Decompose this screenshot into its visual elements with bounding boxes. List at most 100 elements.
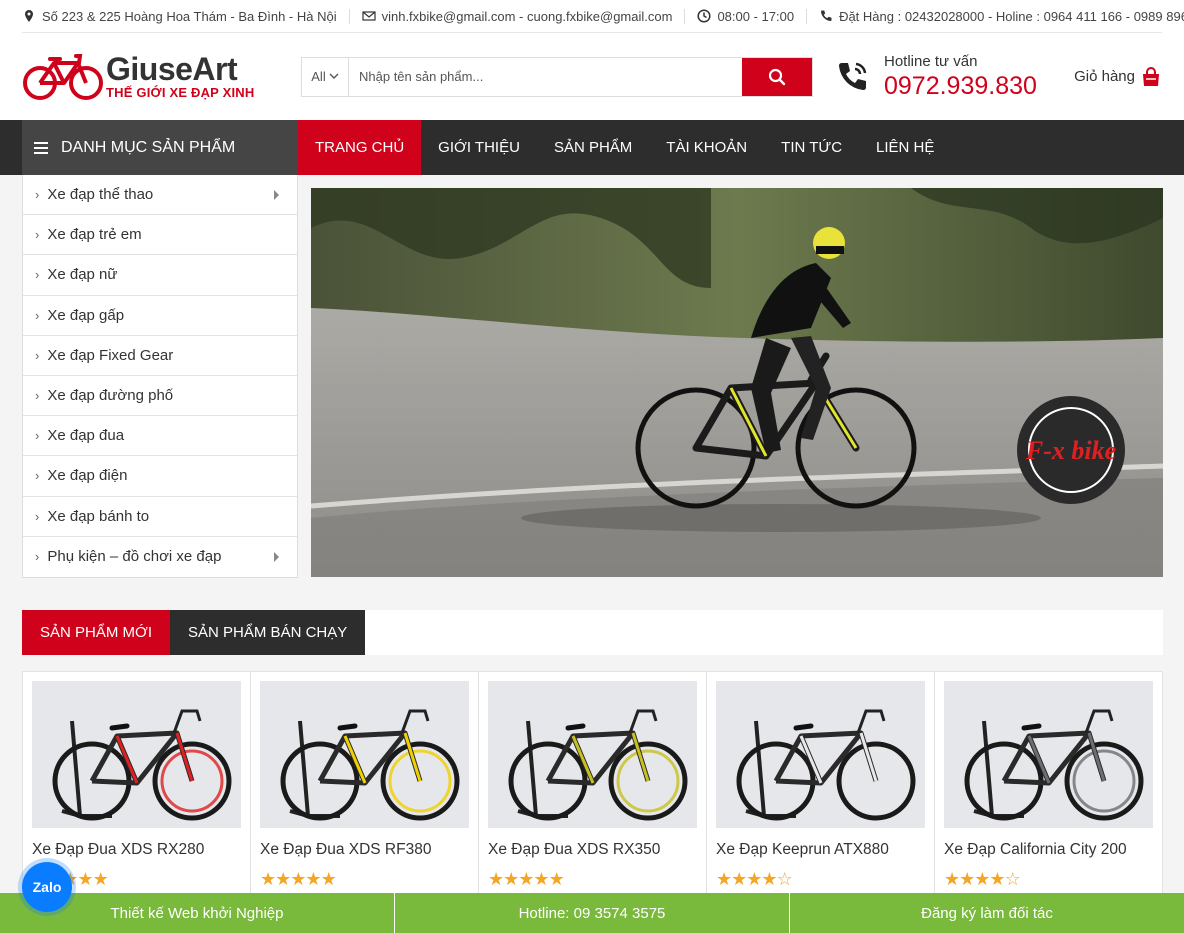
category-menu-toggle[interactable]: DANH MỤC SẢN PHẨM bbox=[22, 120, 298, 175]
product-grid: Xe Đạp Đua XDS RX280 ★★★★★ Xe Đạp Đua XD… bbox=[22, 671, 1163, 901]
bicycle-thumbnail bbox=[32, 681, 241, 828]
sidebar-item-label: Xe đạp đua bbox=[47, 427, 125, 445]
shopping-bag-icon bbox=[1143, 66, 1159, 86]
category-sidebar: › Xe đạp thể thao › Xe đạp trẻ em › Xe đạp … bbox=[22, 175, 298, 578]
star-filled-icon: ★ bbox=[761, 869, 777, 889]
star-filled-icon: ★ bbox=[989, 869, 1005, 889]
sidebar-item-women-bikes[interactable]: › Xe đạp nữ bbox=[23, 255, 297, 296]
map-pin-icon bbox=[25, 10, 33, 22]
hero-banner[interactable]: F-x bike bbox=[311, 188, 1163, 577]
chevron-right-icon: › bbox=[35, 347, 40, 363]
mail-icon bbox=[361, 11, 376, 21]
hotline-number[interactable]: 0972.939.830 bbox=[884, 72, 1037, 101]
product-name[interactable]: Xe Đạp California City 200 bbox=[944, 841, 1153, 859]
sidebar-item-label: Xe đạp Fixed Gear bbox=[47, 346, 174, 364]
cart-link[interactable]: Giỏ hàng bbox=[1074, 66, 1162, 88]
product-name[interactable]: Xe Đạp Đua XDS RF380 bbox=[260, 841, 469, 859]
chevron-right-icon: › bbox=[35, 187, 40, 203]
address-info: Số 223 & 225 Hoàng Hoa Thám - Ba Đình - … bbox=[22, 8, 350, 24]
star-rating: ★★★★★ bbox=[260, 869, 469, 890]
sidebar-item-city-bikes[interactable]: › Xe đạp đường phố bbox=[23, 376, 297, 417]
site-logo[interactable]: GiuseArt THẾ GIỚI XE ĐẠP XINH bbox=[22, 51, 301, 103]
chevron-right-icon: › bbox=[35, 307, 40, 323]
sidebar-item-folding-bikes[interactable]: › Xe đạp gấp bbox=[23, 296, 297, 336]
star-filled-icon: ★ bbox=[944, 869, 960, 889]
search-button[interactable] bbox=[742, 57, 812, 96]
nav-item-about[interactable]: GIỚI THIỆU bbox=[421, 120, 537, 175]
sidebar-item-label: Xe đạp đường phố bbox=[47, 387, 174, 405]
product-name[interactable]: Xe Đạp Keeprun ATX880 bbox=[716, 841, 925, 859]
star-filled-icon: ★ bbox=[746, 869, 762, 889]
star-filled-icon: ★ bbox=[77, 869, 93, 889]
sidebar-item-label: Xe đạp gấp bbox=[47, 306, 125, 324]
phone-call-icon bbox=[839, 62, 867, 90]
product-card[interactable]: Xe Đạp Keeprun ATX880 ★★★★☆ bbox=[707, 672, 935, 900]
phone-info: Đặt Hàng : 02432028000 - Holine : 0964 4… bbox=[819, 9, 1184, 24]
bicycle-thumbnail bbox=[716, 681, 925, 828]
sidebar-item-sport-bikes[interactable]: › Xe đạp thể thao bbox=[23, 175, 297, 216]
sidebar-item-accessories[interactable]: › Phụ kiện – đồ chơi xe đạp bbox=[23, 537, 297, 577]
hamburger-icon bbox=[34, 141, 48, 154]
search-category-value: All bbox=[311, 69, 326, 84]
chevron-right-icon: › bbox=[35, 428, 40, 444]
nav-item-contact[interactable]: LIÊN HỆ bbox=[859, 120, 951, 175]
hotline-block: Hotline tư vấn 0972.939.830 bbox=[834, 53, 1037, 101]
site-header: GiuseArt THẾ GIỚI XE ĐẠP XINH All Hotlin… bbox=[22, 33, 1162, 120]
bicycle-thumbnail bbox=[488, 681, 697, 828]
star-filled-icon: ★ bbox=[518, 869, 534, 889]
product-image[interactable] bbox=[944, 681, 1153, 828]
nav-item-account[interactable]: TÀI KHOẢN bbox=[649, 120, 764, 175]
star-filled-icon: ★ bbox=[974, 869, 990, 889]
tab-best-sellers[interactable]: SẢN PHẨM BÁN CHẠY bbox=[170, 610, 366, 655]
product-image[interactable] bbox=[32, 681, 241, 828]
product-image[interactable] bbox=[488, 681, 697, 828]
product-name[interactable]: Xe Đạp Đua XDS RX280 bbox=[32, 841, 241, 859]
sidebar-item-label: Xe đạp bánh to bbox=[47, 507, 150, 525]
submenu-arrow-icon bbox=[274, 551, 279, 562]
sidebar-item-fat-bikes[interactable]: › Xe đạp bánh to bbox=[23, 497, 297, 537]
partner-signup-link[interactable]: Đăng ký làm đối tác bbox=[790, 893, 1184, 933]
nav-item-home[interactable]: TRANG CHỦ bbox=[298, 120, 422, 175]
main-navigation: DANH MỤC SẢN PHẨM TRANG CHỦ GIỚI THIỆU S… bbox=[0, 120, 1184, 175]
hotline-link[interactable]: Hotline: 09 3574 3575 bbox=[395, 893, 790, 933]
top-info-bar: Số 223 & 225 Hoàng Hoa Thám - Ba Đình - … bbox=[22, 0, 1184, 33]
product-image[interactable] bbox=[716, 681, 925, 828]
star-filled-icon: ★ bbox=[488, 869, 504, 889]
nav-menu: TRANG CHỦ GIỚI THIỆU SẢN PHẨM TÀI KHOẢN … bbox=[298, 120, 951, 175]
bicycle-thumbnail bbox=[944, 681, 1153, 828]
nav-item-news[interactable]: TIN TỨC bbox=[764, 120, 859, 175]
product-tabs: SẢN PHẨM MỚI SẢN PHẨM BÁN CHẠY bbox=[22, 610, 1163, 655]
star-empty-icon: ☆ bbox=[1004, 869, 1021, 889]
bottom-action-bar: Thiết kế Web khởi Nghiệp Hotline: 09 357… bbox=[0, 893, 1184, 933]
sidebar-item-label: Xe đạp điện bbox=[47, 467, 128, 485]
product-card[interactable]: Xe Đạp California City 200 ★★★★☆ bbox=[935, 672, 1162, 900]
sidebar-item-electric-bikes[interactable]: › Xe đạp điện bbox=[23, 456, 297, 497]
nav-item-products[interactable]: SẢN PHẨM bbox=[537, 120, 649, 175]
star-filled-icon: ★ bbox=[305, 869, 321, 889]
zalo-chat-button[interactable]: Zalo bbox=[22, 862, 72, 912]
svg-text:F-x bike: F-x bike bbox=[1025, 436, 1116, 465]
email-text[interactable]: vinh.fxbike@gmail.com - cuong.fxbike@gma… bbox=[382, 9, 673, 24]
star-filled-icon: ★ bbox=[260, 869, 276, 889]
bicycle-thumbnail bbox=[260, 681, 469, 828]
chevron-right-icon: › bbox=[35, 549, 40, 565]
sidebar-item-kids-bikes[interactable]: › Xe đạp trẻ em bbox=[23, 215, 297, 256]
sidebar-item-racing-bikes[interactable]: › Xe đạp đua bbox=[23, 416, 297, 457]
star-filled-icon: ★ bbox=[533, 869, 549, 889]
cart-label: Giỏ hàng bbox=[1074, 68, 1135, 85]
chevron-right-icon: › bbox=[35, 267, 40, 283]
search-category-select[interactable]: All bbox=[302, 57, 349, 96]
sidebar-item-fixed-gear[interactable]: › Xe đạp Fixed Gear bbox=[23, 336, 297, 376]
chevron-right-icon: › bbox=[35, 388, 40, 404]
search-input[interactable] bbox=[349, 57, 742, 96]
bicycle-logo-icon bbox=[23, 53, 103, 100]
product-card[interactable]: Xe Đạp Đua XDS RF380 ★★★★★ bbox=[251, 672, 479, 900]
email-info: vinh.fxbike@gmail.com - cuong.fxbike@gma… bbox=[361, 8, 686, 24]
star-filled-icon: ★ bbox=[92, 869, 109, 889]
product-name[interactable]: Xe Đạp Đua XDS RX350 bbox=[488, 841, 697, 859]
submenu-arrow-icon bbox=[274, 190, 279, 200]
product-image[interactable] bbox=[260, 681, 469, 828]
product-card[interactable]: Xe Đạp Đua XDS RX350 ★★★★★ bbox=[479, 672, 707, 900]
tab-new-products[interactable]: SẢN PHẨM MỚI bbox=[22, 610, 171, 655]
chevron-right-icon: › bbox=[35, 508, 40, 524]
